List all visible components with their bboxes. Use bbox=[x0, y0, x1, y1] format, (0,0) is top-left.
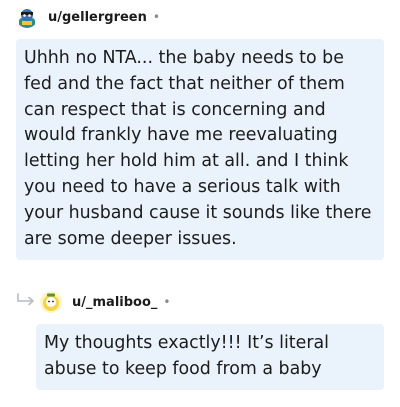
comment-body: Uhhh no NTA... the baby needs to be fed … bbox=[16, 39, 384, 260]
reply-header: u/_maliboo_ • bbox=[40, 291, 170, 313]
reply-text: My thoughts exactly!!! It’s literal abus… bbox=[44, 333, 329, 379]
username[interactable]: u/gellergreen bbox=[48, 10, 147, 25]
avatar[interactable] bbox=[16, 6, 38, 28]
reply-body: My thoughts exactly!!! It’s literal abus… bbox=[36, 324, 384, 390]
reply-arrow-icon bbox=[17, 293, 34, 306]
avatar-gellergreen-icon bbox=[16, 6, 38, 28]
separator-dot: • bbox=[152, 10, 160, 24]
comment-header: u/gellergreen • bbox=[16, 6, 160, 28]
avatar[interactable] bbox=[40, 291, 62, 313]
comment-text: Uhhh no NTA... the baby needs to be fed … bbox=[24, 48, 372, 249]
avatar-maliboo-icon bbox=[40, 291, 62, 313]
separator-dot: • bbox=[163, 295, 171, 309]
username[interactable]: u/_maliboo_ bbox=[72, 295, 157, 310]
